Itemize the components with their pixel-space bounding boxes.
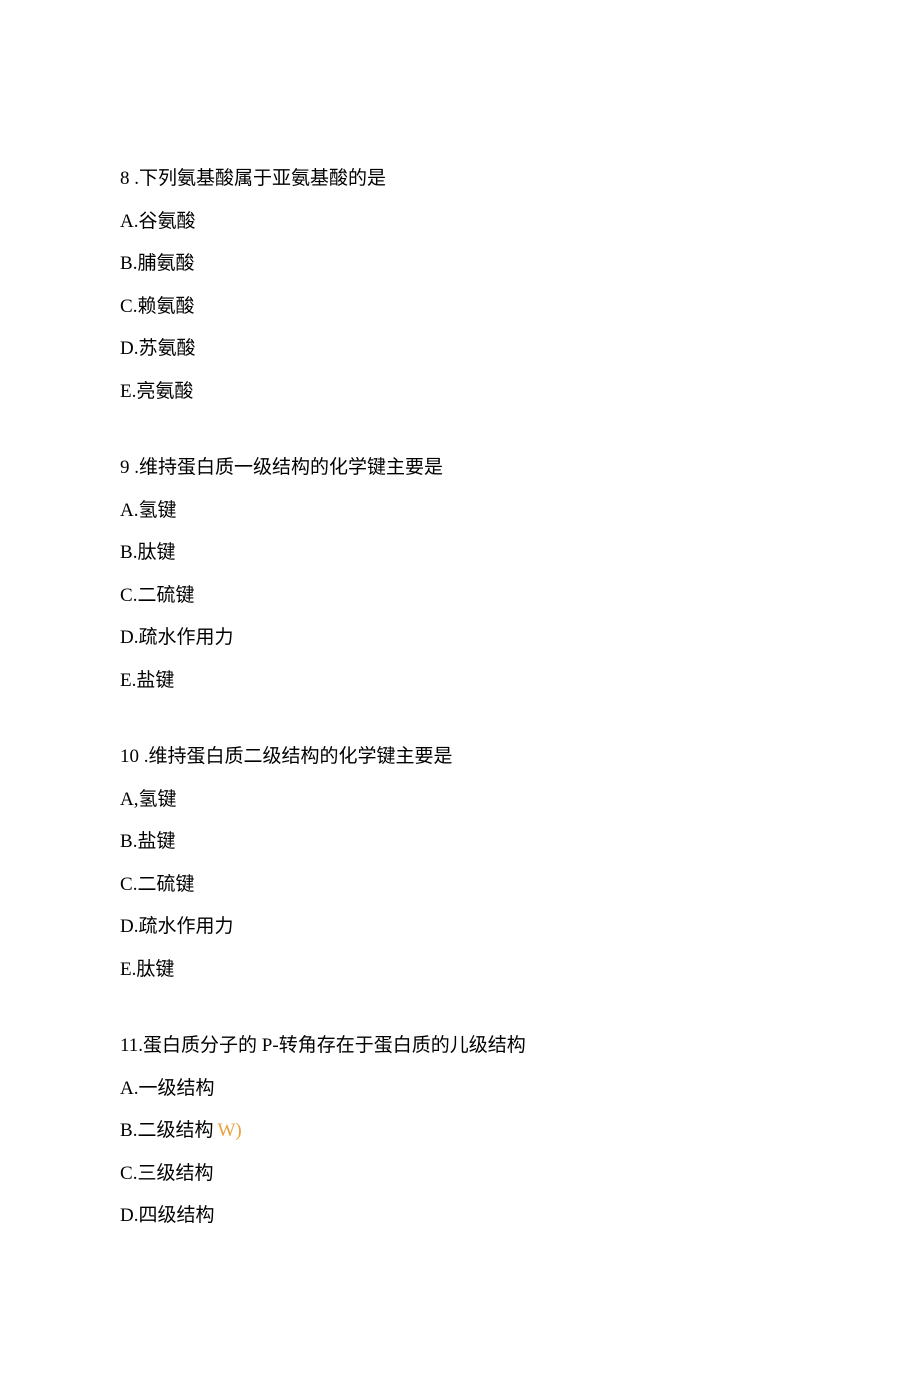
option-text: 肽键 [136,959,174,980]
option-line: C.赖氨酸 [120,293,800,322]
option-label: E [120,670,132,691]
option-line: C.二硫键 [120,582,800,611]
option-text: 四级结构 [138,1205,214,1226]
question-block: 9 .维持蛋白质一级结构的化学键主要是 A.氢键 B.肽键 C.二硫键 D.疏水… [120,454,800,695]
option-line: B.二级结构W) [120,1117,800,1146]
option-line: C.二硫键 [120,871,800,900]
option-text: 肽键 [137,542,175,563]
option-label: A [120,211,134,232]
option-line: D.疏水作用力 [120,624,800,653]
option-line: A.氢键 [120,497,800,526]
option-text: 二硫键 [137,585,194,606]
option-text: 赖氨酸 [137,296,194,317]
question-stem: 维持蛋白质一级结构的化学键主要是 [139,457,443,478]
option-label: C [120,585,133,606]
question-separator: . [130,457,140,478]
question-number: 9 [120,457,130,478]
question-block: 11.蛋白质分子的 P-转角存在于蛋白质的儿级结构 A.一级结构 B.二级结构W… [120,1032,800,1231]
option-label: D [120,1205,134,1226]
option-label: A [120,1078,134,1099]
question-block: 8 .下列氨基酸属于亚氨基酸的是 A.谷氨酸 B.脯氨酸 C.赖氨酸 D.苏氨酸… [120,165,800,406]
question-number: 8 [120,168,130,189]
question-block: 10 .维持蛋白质二级结构的化学键主要是 A,氢键 B.盐键 C.二硫键 D.疏… [120,743,800,984]
option-line: E.盐键 [120,667,800,696]
question-stem: 蛋白质分子的 P-转角存在于蛋白质的儿级结构 [143,1035,526,1056]
option-text: 氢键 [138,789,176,810]
option-label: B [120,542,133,563]
question-separator: . [139,746,149,767]
option-line: D.苏氨酸 [120,335,800,364]
option-line: A.一级结构 [120,1075,800,1104]
option-text: 疏水作用力 [138,627,233,648]
option-text: 盐键 [137,831,175,852]
option-line: D.疏水作用力 [120,913,800,942]
option-line: E.亮氨酸 [120,378,800,407]
option-line: D.四级结构 [120,1202,800,1231]
question-number: 11 [120,1035,138,1056]
option-label: B [120,253,133,274]
document-page: 8 .下列氨基酸属于亚氨基酸的是 A.谷氨酸 B.脯氨酸 C.赖氨酸 D.苏氨酸… [0,0,920,1379]
question-stem: 维持蛋白质二级结构的化学键主要是 [149,746,453,767]
option-text: 一级结构 [138,1078,214,1099]
option-line: B.肽键 [120,539,800,568]
option-text: 二硫键 [137,874,194,895]
question-separator: . [130,168,140,189]
option-label: E [120,959,132,980]
option-text: 氢键 [138,500,176,521]
option-text: 亮氨酸 [136,381,193,402]
option-text: 谷氨酸 [138,211,195,232]
option-label: D [120,916,134,937]
option-text: 苏氨酸 [138,338,195,359]
option-line: B.盐键 [120,828,800,857]
option-text: 三级结构 [137,1163,213,1184]
question-stem: 下列氨基酸属于亚氨基酸的是 [139,168,386,189]
option-line: A.谷氨酸 [120,208,800,237]
option-text: 二级结构 [137,1120,213,1141]
question-stem-line: 11.蛋白质分子的 P-转角存在于蛋白质的儿级结构 [120,1032,800,1061]
option-annotation: W) [217,1120,241,1141]
option-line: E.肽键 [120,956,800,985]
option-label: D [120,627,134,648]
option-line: A,氢键 [120,786,800,815]
question-stem-line: 8 .下列氨基酸属于亚氨基酸的是 [120,165,800,194]
option-label: D [120,338,134,359]
option-label: A [120,789,134,810]
option-label: E [120,381,132,402]
question-number: 10 [120,746,139,767]
question-stem-line: 10 .维持蛋白质二级结构的化学键主要是 [120,743,800,772]
option-text: 盐键 [136,670,174,691]
option-label: C [120,296,133,317]
option-label: A [120,500,134,521]
option-text: 脯氨酸 [137,253,194,274]
option-label: B [120,1120,133,1141]
option-line: B.脯氨酸 [120,250,800,279]
option-text: 疏水作用力 [138,916,233,937]
option-label: C [120,874,133,895]
option-label: B [120,831,133,852]
question-stem-line: 9 .维持蛋白质一级结构的化学键主要是 [120,454,800,483]
option-line: C.三级结构 [120,1160,800,1189]
option-label: C [120,1163,133,1184]
